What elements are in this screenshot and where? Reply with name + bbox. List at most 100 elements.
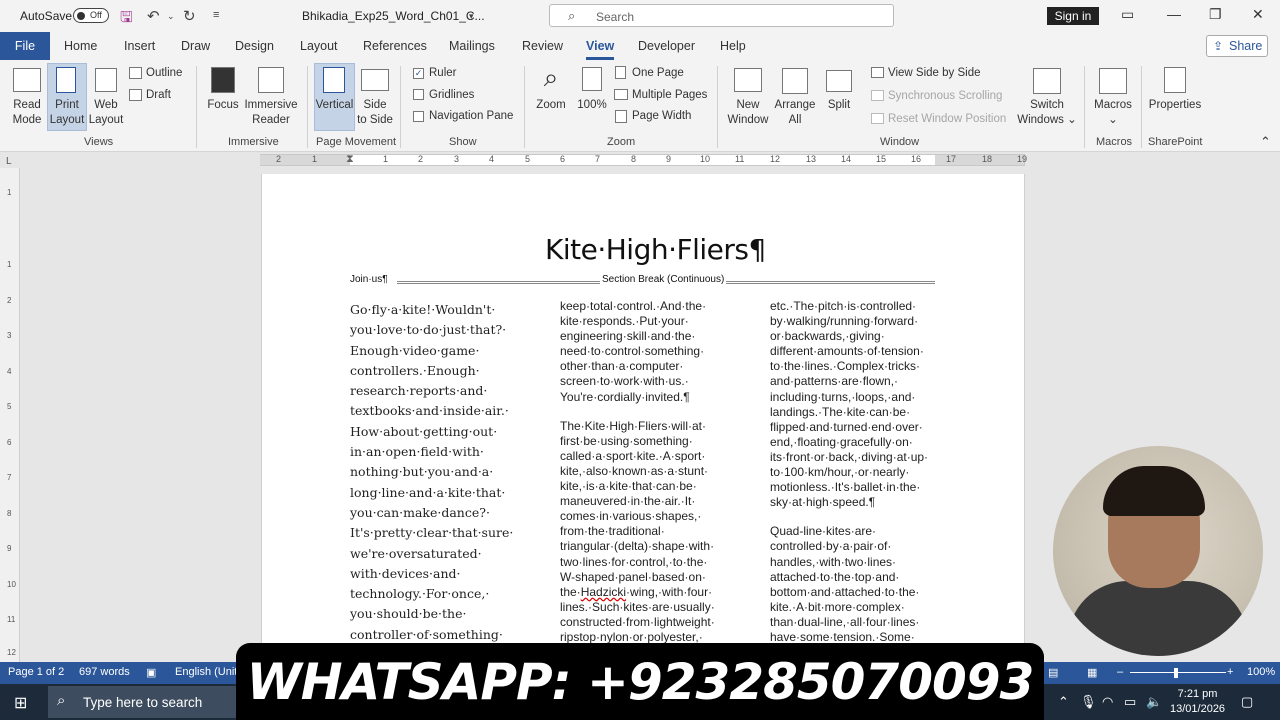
undo-icon[interactable]: ↶ [147, 7, 160, 25]
title-dropdown-icon[interactable]: ▾ [469, 11, 474, 22]
immersive-reader-button[interactable]: Immersive Reader [242, 98, 300, 128]
draft-button[interactable]: Draft [146, 88, 171, 103]
properties-button[interactable]: Properties [1146, 98, 1204, 113]
share-button[interactable]: Share [1206, 35, 1268, 57]
taskbar-search[interactable]: ⌕ Type here to search [48, 686, 238, 718]
wifi-icon[interactable]: ◠ [1102, 694, 1113, 710]
zoom-in-icon[interactable]: + [1227, 666, 1233, 678]
page-count[interactable]: Page 1 of 2 [8, 666, 64, 678]
page-width-button[interactable]: Page Width [632, 109, 691, 124]
zoom-out-icon[interactable]: – [1117, 666, 1123, 678]
customize-qat-icon[interactable]: ≡ [213, 9, 219, 21]
redo-icon[interactable]: ↻ [183, 7, 196, 25]
minimize-icon[interactable]: — [1167, 6, 1181, 22]
volume-icon[interactable]: 🔈 [1146, 694, 1162, 710]
ribbon-display-icon[interactable]: ▭ [1121, 6, 1134, 23]
multiple-pages-button[interactable]: Multiple Pages [632, 88, 707, 103]
view-side-by-side-button[interactable]: View Side by Side [888, 66, 980, 81]
collapse-ribbon-icon[interactable]: ⌃ [1260, 134, 1271, 149]
tab-insert[interactable]: Insert [124, 39, 155, 53]
one-page-button[interactable]: One Page [632, 66, 684, 81]
switch-windows-button[interactable]: Switch Windows ⌄ [1015, 98, 1079, 128]
zoom-level[interactable]: 100% [1247, 666, 1275, 678]
tab-review[interactable]: Review [522, 39, 563, 53]
tab-design[interactable]: Design [235, 39, 274, 53]
zoom-slider[interactable] [1130, 672, 1226, 673]
undo-dropdown-icon[interactable]: ⌄ [167, 11, 175, 22]
taskbar-search-placeholder: Type here to search [83, 695, 203, 710]
text-line: Enough·video·game· [350, 342, 480, 358]
microphone-icon[interactable]: 🎙 [1080, 694, 1097, 710]
text-line: including·turns,·loops,·and· [770, 389, 916, 404]
ruler-tick: 19 [1017, 154, 1028, 164]
tab-selector-icon[interactable]: L [6, 154, 12, 169]
outline-icon [129, 67, 142, 79]
battery-icon[interactable]: ▭ [1124, 694, 1136, 710]
word-count[interactable]: 697 words [79, 666, 130, 678]
text-line: motionless.·It's·ballet·in·the· [770, 480, 921, 495]
proofing-icon[interactable]: ▣ [146, 666, 156, 679]
hundred-percent-button[interactable]: 100% [575, 98, 609, 113]
arrange-all-button[interactable]: Arrange All [773, 98, 817, 128]
notifications-icon[interactable]: ▢ [1241, 694, 1253, 710]
spelling-error[interactable]: Hadzicki [581, 585, 626, 599]
print-layout-button[interactable]: Print Layout [47, 98, 87, 128]
sign-in-button[interactable]: Sign in [1047, 7, 1099, 25]
web-layout-button[interactable]: Web Layout [88, 98, 124, 128]
focus-button[interactable]: Focus [204, 98, 242, 113]
join-us-heading[interactable]: Join·us¶ [350, 274, 388, 285]
reset-window-position-button[interactable]: Reset Window Position [888, 112, 1006, 127]
column-3[interactable]: etc.·The·pitch·is·controlled· by·walking… [770, 299, 950, 645]
new-window-button[interactable]: New Window [726, 98, 770, 128]
vruler-tick: 2 [7, 296, 12, 305]
text-line: engineering·skill·and·the· [560, 329, 696, 344]
tab-help[interactable]: Help [720, 39, 746, 53]
tray-expand-icon[interactable]: ⌃ [1058, 694, 1069, 710]
read-mode-button[interactable]: Read Mode [8, 98, 46, 128]
restore-icon[interactable]: ❐ [1209, 6, 1222, 23]
column-1[interactable]: Go·fly·a·kite!·Wouldn't· you·love·to·do·… [350, 300, 530, 645]
text-line: screen·to·work·with·us.· [560, 374, 689, 389]
autosave-toggle[interactable]: Off [73, 8, 109, 23]
tab-developer[interactable]: Developer [638, 39, 695, 53]
column-2[interactable]: keep·total·control.·And·the· kite·respon… [560, 299, 740, 645]
ruler-tick: 11 [735, 154, 745, 164]
web-layout-status-icon[interactable]: ▦ [1087, 666, 1097, 679]
outline-button[interactable]: Outline [146, 66, 182, 81]
tab-references[interactable]: References [363, 39, 427, 53]
indent-marker-icon[interactable]: ⧗ [346, 153, 354, 166]
navigation-pane-checkbox[interactable] [413, 111, 424, 122]
tab-mailings[interactable]: Mailings [449, 39, 495, 53]
gridlines-checkbox[interactable] [413, 89, 424, 100]
macros-button[interactable]: Macros ⌄ [1090, 98, 1136, 128]
tab-file[interactable]: File [0, 32, 50, 60]
zoom-slider-thumb[interactable] [1174, 668, 1178, 678]
text-line: in·an·open·field·with· [350, 444, 484, 460]
text-line: triangular·(delta)·shape·with· [560, 539, 715, 554]
tab-home[interactable]: Home [64, 39, 97, 53]
side-to-side-button[interactable]: Side to Side [355, 98, 395, 128]
arrange-all-icon [782, 68, 808, 94]
view-side-by-side-icon [871, 67, 884, 78]
document-heading[interactable]: Kite·High·Fliers¶ [545, 233, 766, 266]
clock[interactable]: 7:21 pm 13/01/2026 [1170, 687, 1225, 717]
divider [1084, 66, 1085, 148]
tab-view[interactable]: View [586, 39, 615, 60]
close-icon[interactable]: ✕ [1252, 6, 1264, 23]
search-box[interactable]: ⌕ Search [549, 4, 894, 27]
windows-start-icon[interactable]: ⊞ [14, 693, 27, 713]
synchronous-scrolling-button[interactable]: Synchronous Scrolling [888, 89, 1002, 104]
tab-draw[interactable]: Draw [181, 39, 210, 53]
save-icon[interactable]: 🖫 [120, 7, 133, 32]
text-line: called·a·sport·kite.·A·sport· [560, 448, 706, 463]
vertical-button[interactable]: Vertical [313, 98, 356, 113]
read-mode-icon [13, 68, 41, 92]
split-button[interactable]: Split [822, 98, 856, 113]
zoom-button[interactable]: Zoom [532, 98, 570, 113]
tab-layout[interactable]: Layout [300, 39, 338, 53]
print-layout-status-icon[interactable]: ▤ [1048, 666, 1058, 679]
ruler-checkbox[interactable]: ✓ [413, 68, 424, 79]
language-indicator[interactable]: English (Unit [175, 666, 237, 678]
one-page-icon [615, 66, 626, 79]
ruler-tick: 2 [418, 154, 424, 164]
